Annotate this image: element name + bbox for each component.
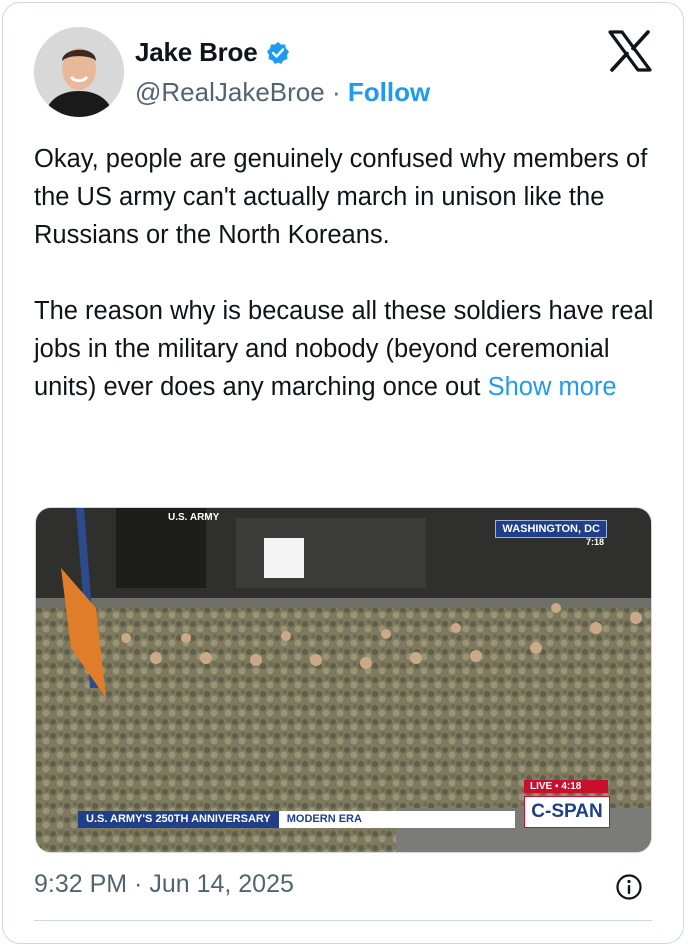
info-icon[interactable] bbox=[615, 873, 643, 901]
banner-subtitle: MODERN ERA bbox=[278, 811, 515, 828]
handle-separator: · bbox=[331, 77, 341, 107]
avatar[interactable] bbox=[34, 27, 124, 117]
x-logo-icon[interactable] bbox=[608, 30, 652, 72]
live-badge: LIVE ▪ 4:18 bbox=[524, 780, 608, 793]
tweet-paragraph: Okay, people are genuinely confused why … bbox=[34, 145, 648, 249]
show-more-link[interactable]: Show more bbox=[488, 373, 617, 401]
author-handle[interactable]: @RealJakeBroe bbox=[135, 77, 325, 107]
author-name[interactable]: Jake Broe bbox=[135, 37, 258, 68]
tweet-paragraph: The reason why is because all these sold… bbox=[34, 297, 654, 401]
banner-sign-label: U.S. ARMY bbox=[168, 512, 220, 523]
lower-third-banner: U.S. ARMY'S 250TH ANNIVERSARY MODERN ERA bbox=[78, 811, 515, 828]
location-overlay: WASHINGTON, DC bbox=[495, 520, 607, 538]
tweet-video[interactable]: U.S. ARMY WASHINGTON, DC 7:18 U.S. ARMY'… bbox=[35, 507, 652, 853]
banner-title: U.S. ARMY'S 250TH ANNIVERSARY bbox=[78, 811, 279, 828]
time-overlay: 7:18 bbox=[585, 537, 604, 547]
verified-badge-icon bbox=[266, 41, 289, 64]
tweet-text: Okay, people are genuinely confused why … bbox=[34, 140, 654, 406]
network-logo: C-SPAN bbox=[524, 796, 610, 828]
follow-button[interactable]: Follow bbox=[348, 77, 430, 107]
divider bbox=[34, 920, 652, 921]
tweet-timestamp[interactable]: 9:32 PM · Jun 14, 2025 bbox=[34, 870, 294, 899]
